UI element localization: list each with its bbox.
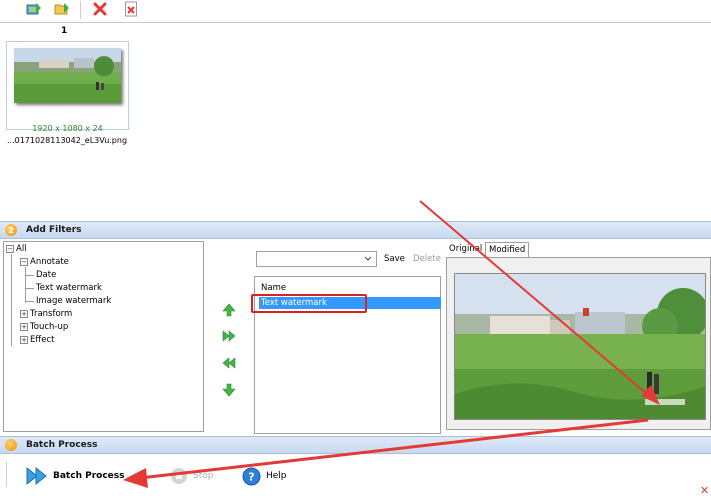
tree-label: Touch-up [30,322,69,332]
chevron-down-icon [364,256,372,261]
close-icon[interactable]: ✕ [700,484,709,497]
double-arrow-right-icon [222,330,236,342]
expand-icon[interactable]: + [20,336,28,344]
tree-item-transform[interactable]: + Transform [20,309,72,319]
thumbnail-dimensions: 1920 x 1080 x 24 [32,124,103,133]
batch-process-header: Batch Process [0,436,711,454]
batch-step-icon [5,439,17,451]
remove-icon[interactable] [90,0,110,18]
tree-item-text-watermark[interactable]: Text watermark [26,283,102,293]
step-badge: 2 [5,224,17,236]
tree-label: Transform [30,309,73,319]
tree-label: Annotate [30,257,69,267]
preview-image [454,273,706,420]
image-thumbnail[interactable] [6,41,129,130]
remove-filter-button[interactable] [221,355,237,371]
add-filter-button[interactable] [221,328,237,344]
help-label: Help [266,471,287,481]
move-up-button[interactable] [221,302,237,318]
tree-item-image-watermark[interactable]: Image watermark [26,296,111,306]
delete-preset-button[interactable]: Delete [413,254,441,264]
move-down-button[interactable] [221,382,237,398]
top-toolbar [0,0,711,23]
batch-process-title: Batch Process [26,440,98,450]
expand-icon[interactable]: + [20,323,28,331]
toolbar-separator [80,1,81,19]
list-header-name: Name [261,283,287,293]
add-folder-icon[interactable] [52,0,72,18]
help-icon: ? [242,467,261,485]
tree-label: Effect [30,335,55,345]
batch-process-label: Batch Process [53,471,125,481]
filter-tree: − All − Annotate Date Text watermark Image… [3,241,204,432]
collapse-icon[interactable]: − [6,245,14,253]
tree-label: Text watermark [36,283,102,293]
arrow-up-icon [222,303,236,317]
arrow-down-icon [222,383,236,397]
stop-button[interactable]: Stop [170,465,213,487]
tree-label: Image watermark [36,296,112,306]
tree-connector [11,254,12,346]
collapse-icon[interactable]: − [20,258,28,266]
clear-all-icon[interactable] [121,0,141,18]
add-filters-header: 2 Add Filters [0,221,711,239]
thumbnail-index: 1 [61,26,68,36]
tree-item-effect[interactable]: + Effect [20,335,54,345]
batch-toolbar: Batch Process Stop ? Help [0,455,711,504]
tree-item-date[interactable]: Date [26,270,56,280]
expand-icon[interactable]: + [20,310,28,318]
tree-label: All [16,244,27,254]
preview-pane [446,257,711,430]
add-filters-title: Add Filters [26,225,82,235]
thumbnail-filename: ...0171028113042_eL3Vu.png [7,136,128,145]
tab-modified[interactable]: Modified [485,242,530,257]
save-preset-button[interactable]: Save [384,254,405,264]
stop-label: Stop [193,471,214,481]
preset-dropdown[interactable] [256,251,377,267]
double-arrow-left-icon [222,357,236,369]
stop-icon [171,468,187,484]
add-images-icon[interactable] [24,0,44,18]
annotation-highlight-box [251,294,367,313]
svg-text:?: ? [248,470,254,483]
tree-item-annotate[interactable]: − Annotate [20,257,69,267]
thumbnail-image [14,48,121,103]
tree-item-all[interactable]: − All [6,244,27,254]
toolbar-separator [6,461,7,487]
tab-original[interactable]: Original [446,242,485,257]
help-button[interactable]: ? Help [242,465,287,487]
batch-process-button[interactable]: Batch Process [26,465,124,487]
fast-forward-icon [26,466,47,486]
tree-label: Date [36,270,57,280]
tree-item-touch-up[interactable]: + Touch-up [20,322,68,332]
image-list: 1 1920 x 1080 x 24 ...0171028113042_eL3V… [0,23,711,218]
